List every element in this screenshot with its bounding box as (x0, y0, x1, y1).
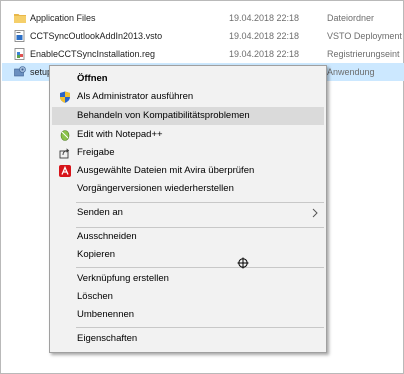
menu-item-label: Ausschneiden (77, 231, 137, 242)
context-menu: Öffnen Als Administrator ausführen Behan… (49, 65, 327, 353)
avira-icon (59, 165, 71, 177)
menu-separator (76, 202, 324, 203)
file-name: CCTSyncOutlookAddIn2013.vsto (30, 31, 163, 41)
share-icon (59, 148, 70, 159)
file-row-registry[interactable]: EnableCCTSyncInstallation.reg 19.04.2018… (2, 45, 404, 63)
menu-item-label: Freigabe (77, 147, 115, 158)
file-row-application-files[interactable]: Application Files 19.04.2018 22:18 Datei… (2, 9, 404, 27)
vsto-file-icon (14, 30, 25, 42)
menu-item-label: Löschen (77, 291, 113, 302)
registry-file-icon (14, 48, 25, 60)
menu-item-avira-scan[interactable]: Ausgewählte Dateien mit Avira überprüfen (52, 162, 324, 180)
menu-item-label: Kopieren (77, 249, 116, 260)
menu-item-label: Behandeln von Kompatibilitätsproblemen (77, 110, 250, 121)
shield-icon (60, 91, 70, 103)
menu-item-label: Umbenennen (77, 309, 135, 320)
menu-item-label: Edit with Notepad++ (77, 129, 163, 140)
menu-item-create-shortcut[interactable]: Verknüpfung erstellen (52, 270, 324, 288)
menu-item-run-as-admin[interactable]: Als Administrator ausführen (52, 88, 324, 106)
file-row-vsto[interactable]: CCTSyncOutlookAddIn2013.vsto 19.04.2018 … (2, 27, 404, 45)
explorer-window: Application Files 19.04.2018 22:18 Datei… (0, 0, 404, 374)
file-name: Application Files (30, 13, 96, 23)
file-date: 19.04.2018 22:18 (229, 49, 300, 59)
menu-separator (76, 267, 324, 268)
menu-item-label: Senden an (77, 207, 123, 218)
menu-item-label: Ausgewählte Dateien mit Avira überprüfen (77, 165, 255, 176)
menu-item-copy[interactable]: Kopieren (52, 246, 324, 264)
menu-item-share[interactable]: Freigabe (52, 144, 324, 162)
file-type: VSTO Deployment (327, 31, 402, 41)
file-date: 19.04.2018 22:18 (229, 13, 300, 23)
menu-item-open[interactable]: Öffnen (52, 70, 324, 88)
menu-item-edit-notepadpp[interactable]: Edit with Notepad++ (52, 126, 324, 144)
menu-item-troubleshoot-compatibility[interactable]: Behandeln von Kompatibilitätsproblemen (52, 107, 324, 125)
menu-item-rename[interactable]: Umbenennen (52, 306, 324, 324)
notepadpp-icon (60, 130, 70, 141)
setup-app-icon (14, 66, 26, 77)
file-type: Registrierungseint (327, 49, 400, 59)
folder-icon (14, 14, 26, 23)
menu-separator (76, 327, 324, 328)
file-type: Anwendung (327, 67, 375, 77)
menu-item-label: Vorgängerversionen wiederherstellen (77, 183, 234, 194)
menu-item-cut[interactable]: Ausschneiden (52, 228, 324, 246)
menu-item-properties[interactable]: Eigenschaften (52, 330, 324, 348)
menu-item-label: Als Administrator ausführen (77, 91, 194, 102)
file-name: EnableCCTSyncInstallation.reg (30, 49, 156, 59)
crosshair-cursor-icon (237, 257, 249, 269)
menu-item-delete[interactable]: Löschen (52, 288, 324, 306)
menu-item-label: Verknüpfung erstellen (77, 273, 169, 284)
file-type: Dateiordner (327, 13, 375, 23)
file-date: 19.04.2018 22:18 (229, 31, 300, 41)
menu-item-send-to[interactable]: Senden an (52, 204, 324, 222)
menu-item-restore-versions[interactable]: Vorgängerversionen wiederherstellen (52, 180, 324, 198)
menu-item-label: Eigenschaften (77, 333, 138, 344)
chevron-right-icon (312, 208, 318, 218)
menu-item-label: Öffnen (77, 73, 108, 84)
